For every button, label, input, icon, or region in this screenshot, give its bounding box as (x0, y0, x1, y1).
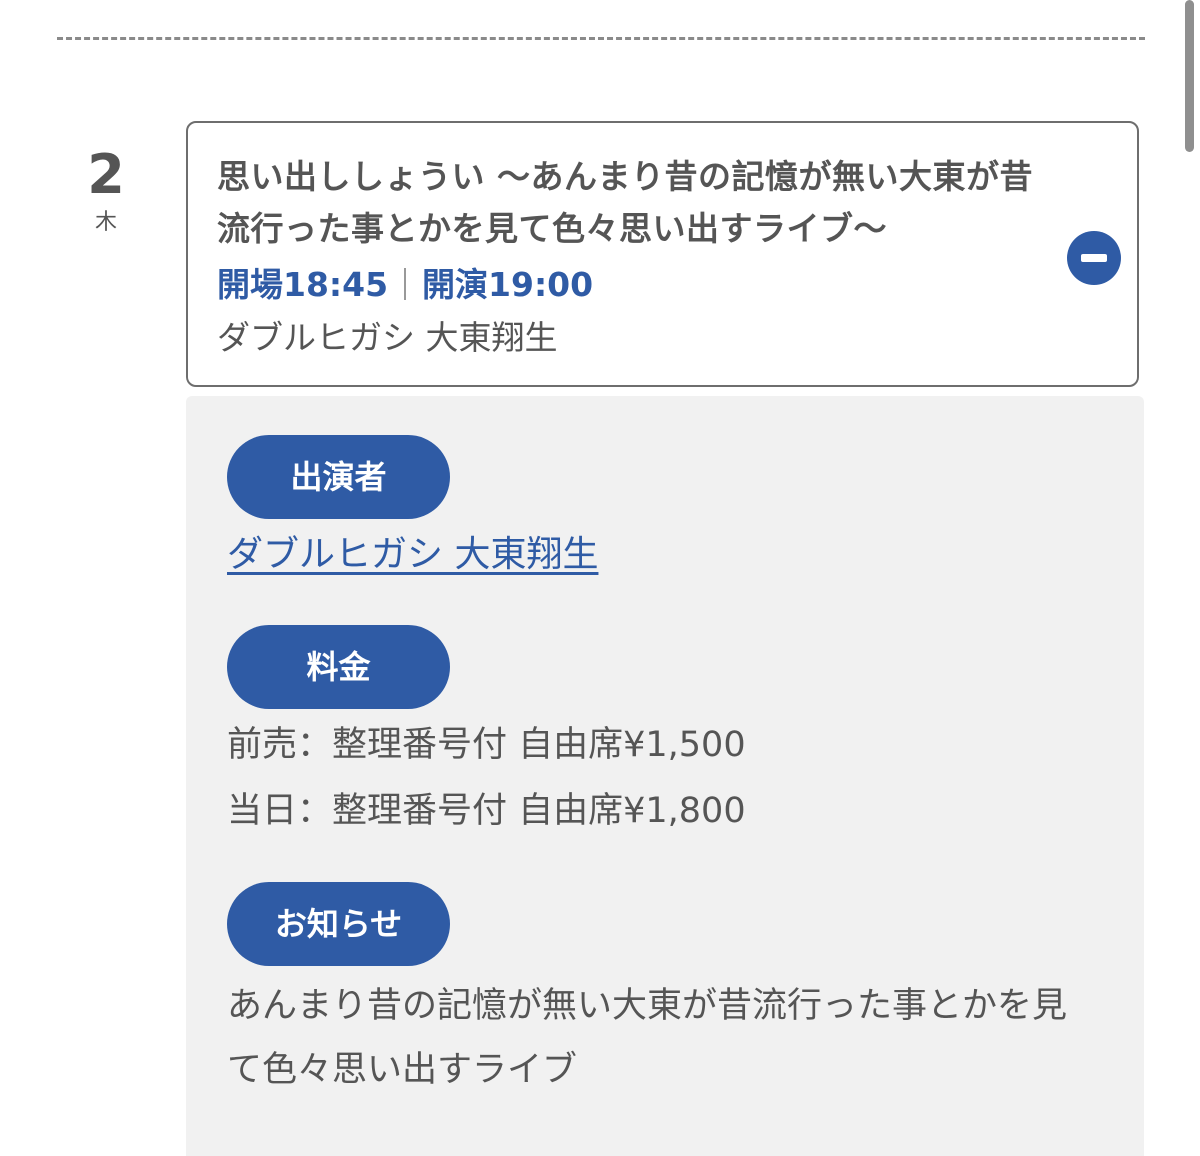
open-time: 開場18:45 (217, 265, 389, 304)
start-time: 開演19:00 (422, 265, 594, 304)
price-badge: 料金 (227, 625, 450, 709)
event-title: 思い出ししょうい 〜あんまり昔の記憶が無い大東が昔流行った事とかを見て色々思い出… (217, 157, 1033, 248)
event-times: 開場18:45 開演19:00 (217, 263, 593, 307)
event-card[interactable]: 思い出ししょうい 〜あんまり昔の記憶が無い大東が昔流行った事とかを見て色々思い出… (186, 121, 1139, 387)
scrollbar-thumb[interactable] (1185, 0, 1194, 152)
collapse-button[interactable] (1067, 231, 1121, 285)
notice-badge: お知らせ (227, 882, 450, 966)
time-separator (404, 268, 407, 300)
event-date: 2 木 (70, 140, 142, 236)
price-advance: 前売：整理番号付 自由席¥1,500 (227, 725, 746, 765)
performers-badge: 出演者 (227, 435, 450, 519)
minus-circle-icon (1081, 254, 1107, 262)
date-weekday: 木 (94, 210, 117, 235)
date-day: 2 (87, 143, 125, 206)
section-divider (57, 37, 1145, 40)
event-details-panel: 出演者 ダブルヒガシ 大東翔生 料金 前売：整理番号付 自由席¥1,500 当日… (186, 396, 1144, 1156)
event-performer: ダブルヒガシ 大東翔生 (217, 318, 558, 357)
performer-link[interactable]: ダブルヒガシ 大東翔生 (227, 531, 598, 579)
price-door: 当日：整理番号付 自由席¥1,800 (227, 791, 746, 831)
notice-text: あんまり昔の記憶が無い大東が昔流行った事とかを見て色々思い出すライブ (227, 986, 1068, 1090)
